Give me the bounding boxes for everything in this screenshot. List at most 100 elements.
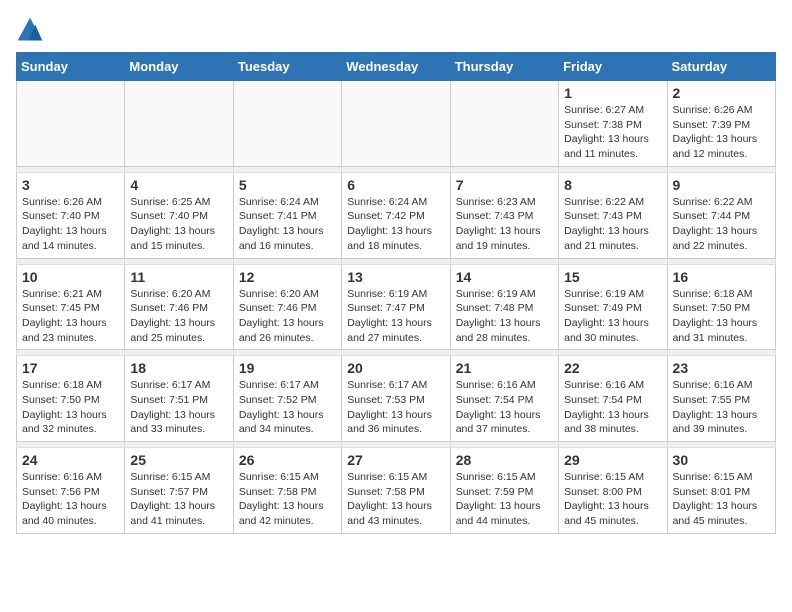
day-info: Sunrise: 6:25 AMSunset: 7:40 PMDaylight:…: [130, 195, 227, 254]
day-info: Sunrise: 6:16 AMSunset: 7:56 PMDaylight:…: [22, 470, 119, 529]
day-info-line: Sunset: 7:59 PM: [456, 485, 553, 500]
day-info-line: Daylight: 13 hours and 25 minutes.: [130, 316, 227, 345]
calendar-cell: 27Sunrise: 6:15 AMSunset: 7:58 PMDayligh…: [342, 448, 450, 534]
day-info-line: Daylight: 13 hours and 12 minutes.: [673, 132, 770, 161]
day-number: 14: [456, 269, 553, 285]
day-info-line: Sunset: 7:57 PM: [130, 485, 227, 500]
day-number: 13: [347, 269, 444, 285]
weekday-header: Wednesday: [342, 53, 450, 81]
day-info-line: Daylight: 13 hours and 28 minutes.: [456, 316, 553, 345]
day-number: 25: [130, 452, 227, 468]
day-info-line: Sunrise: 6:21 AM: [22, 287, 119, 302]
day-info: Sunrise: 6:23 AMSunset: 7:43 PMDaylight:…: [456, 195, 553, 254]
day-info-line: Sunset: 7:40 PM: [130, 209, 227, 224]
day-info-line: Sunset: 7:48 PM: [456, 301, 553, 316]
calendar-table: SundayMondayTuesdayWednesdayThursdayFrid…: [16, 52, 776, 534]
day-info-line: Sunrise: 6:23 AM: [456, 195, 553, 210]
day-info-line: Daylight: 13 hours and 38 minutes.: [564, 408, 661, 437]
day-number: 24: [22, 452, 119, 468]
calendar-cell: 9 Sunrise: 6:22 AMSunset: 7:44 PMDaylight…: [667, 172, 775, 258]
day-info-line: Daylight: 13 hours and 16 minutes.: [239, 224, 336, 253]
day-info: Sunrise: 6:20 AMSunset: 7:46 PMDaylight:…: [130, 287, 227, 346]
day-number: 23: [673, 360, 770, 376]
day-info-line: Sunset: 7:50 PM: [673, 301, 770, 316]
day-info-line: Sunrise: 6:19 AM: [456, 287, 553, 302]
day-info: Sunrise: 6:26 AMSunset: 7:40 PMDaylight:…: [22, 195, 119, 254]
day-info-line: Sunrise: 6:16 AM: [673, 378, 770, 393]
day-info-line: Daylight: 13 hours and 44 minutes.: [456, 499, 553, 528]
day-info-line: Sunrise: 6:15 AM: [564, 470, 661, 485]
calendar-week-row: 10Sunrise: 6:21 AMSunset: 7:45 PMDayligh…: [17, 264, 776, 350]
day-info-line: Daylight: 13 hours and 21 minutes.: [564, 224, 661, 253]
day-info-line: Sunset: 7:55 PM: [673, 393, 770, 408]
calendar-cell: 16Sunrise: 6:18 AMSunset: 7:50 PMDayligh…: [667, 264, 775, 350]
day-number: 5: [239, 177, 336, 193]
calendar-cell: 15Sunrise: 6:19 AMSunset: 7:49 PMDayligh…: [559, 264, 667, 350]
day-number: 1: [564, 85, 661, 101]
day-info-line: Sunrise: 6:19 AM: [347, 287, 444, 302]
day-number: 2: [673, 85, 770, 101]
day-info-line: Sunrise: 6:26 AM: [22, 195, 119, 210]
day-number: 10: [22, 269, 119, 285]
calendar-cell: 14 Sunrise: 6:19 AMSunset: 7:48 PMDayligh…: [450, 264, 558, 350]
day-number: 8: [564, 177, 661, 193]
day-number: 9: [673, 177, 770, 193]
day-info-line: Sunset: 7:43 PM: [564, 209, 661, 224]
calendar-cell: 1Sunrise: 6:27 AMSunset: 7:38 PMDaylight…: [559, 81, 667, 167]
day-info: Sunrise: 6:15 AMSunset: 7:57 PMDaylight:…: [130, 470, 227, 529]
day-number: 12: [239, 269, 336, 285]
day-number: 29: [564, 452, 661, 468]
day-info-line: Daylight: 13 hours and 15 minutes.: [130, 224, 227, 253]
day-number: 30: [673, 452, 770, 468]
day-number: 7: [456, 177, 553, 193]
day-info-line: Sunrise: 6:15 AM: [239, 470, 336, 485]
day-info: Sunrise: 6:20 AMSunset: 7:46 PMDaylight:…: [239, 287, 336, 346]
day-info-line: Sunset: 7:43 PM: [456, 209, 553, 224]
calendar-cell: 21Sunrise: 6:16 AMSunset: 7:54 PMDayligh…: [450, 356, 558, 442]
day-info-line: Sunset: 7:56 PM: [22, 485, 119, 500]
day-info-line: Sunrise: 6:16 AM: [22, 470, 119, 485]
day-info-line: Daylight: 13 hours and 45 minutes.: [564, 499, 661, 528]
day-info-line: Sunrise: 6:15 AM: [130, 470, 227, 485]
day-info-line: Sunrise: 6:16 AM: [564, 378, 661, 393]
day-info: Sunrise: 6:18 AMSunset: 7:50 PMDaylight:…: [22, 378, 119, 437]
day-info: Sunrise: 6:26 AMSunset: 7:39 PMDaylight:…: [673, 103, 770, 162]
day-info-line: Sunset: 7:38 PM: [564, 118, 661, 133]
day-info-line: Sunrise: 6:15 AM: [456, 470, 553, 485]
day-info-line: Sunset: 7:52 PM: [239, 393, 336, 408]
calendar-header-row: SundayMondayTuesdayWednesdayThursdayFrid…: [17, 53, 776, 81]
calendar-cell: 25 Sunrise: 6:15 AMSunset: 7:57 PMDayligh…: [125, 448, 233, 534]
day-info: Sunrise: 6:22 AMSunset: 7:44 PMDaylight:…: [673, 195, 770, 254]
weekday-header: Saturday: [667, 53, 775, 81]
calendar-cell: 24 Sunrise: 6:16 AMSunset: 7:56 PMDayligh…: [17, 448, 125, 534]
day-info: Sunrise: 6:24 AMSunset: 7:41 PMDaylight:…: [239, 195, 336, 254]
day-info-line: Sunset: 7:58 PM: [239, 485, 336, 500]
calendar-cell: 8 Sunrise: 6:22 AMSunset: 7:43 PMDaylight…: [559, 172, 667, 258]
day-info-line: Sunrise: 6:20 AM: [130, 287, 227, 302]
day-info-line: Sunrise: 6:25 AM: [130, 195, 227, 210]
day-info: Sunrise: 6:15 AMSunset: 7:58 PMDaylight:…: [239, 470, 336, 529]
day-info-line: Sunrise: 6:16 AM: [456, 378, 553, 393]
day-info-line: Sunrise: 6:18 AM: [22, 378, 119, 393]
calendar-cell: 19Sunrise: 6:17 AMSunset: 7:52 PMDayligh…: [233, 356, 341, 442]
day-info-line: Sunset: 7:40 PM: [22, 209, 119, 224]
day-info-line: Daylight: 13 hours and 37 minutes.: [456, 408, 553, 437]
day-number: 20: [347, 360, 444, 376]
day-info: Sunrise: 6:22 AMSunset: 7:43 PMDaylight:…: [564, 195, 661, 254]
calendar-cell: [450, 81, 558, 167]
day-info-line: Sunrise: 6:19 AM: [564, 287, 661, 302]
calendar-cell: [125, 81, 233, 167]
calendar-cell: 10Sunrise: 6:21 AMSunset: 7:45 PMDayligh…: [17, 264, 125, 350]
day-info-line: Sunrise: 6:27 AM: [564, 103, 661, 118]
calendar-cell: 18Sunrise: 6:17 AMSunset: 7:51 PMDayligh…: [125, 356, 233, 442]
day-info-line: Sunrise: 6:22 AM: [673, 195, 770, 210]
day-info: Sunrise: 6:16 AMSunset: 7:54 PMDaylight:…: [564, 378, 661, 437]
day-info-line: Daylight: 13 hours and 14 minutes.: [22, 224, 119, 253]
day-info: Sunrise: 6:24 AMSunset: 7:42 PMDaylight:…: [347, 195, 444, 254]
day-number: 18: [130, 360, 227, 376]
calendar-cell: 3Sunrise: 6:26 AMSunset: 7:40 PMDaylight…: [17, 172, 125, 258]
day-info-line: Daylight: 13 hours and 23 minutes.: [22, 316, 119, 345]
day-number: 4: [130, 177, 227, 193]
day-info-line: Sunset: 7:44 PM: [673, 209, 770, 224]
calendar-week-row: 3Sunrise: 6:26 AMSunset: 7:40 PMDaylight…: [17, 172, 776, 258]
